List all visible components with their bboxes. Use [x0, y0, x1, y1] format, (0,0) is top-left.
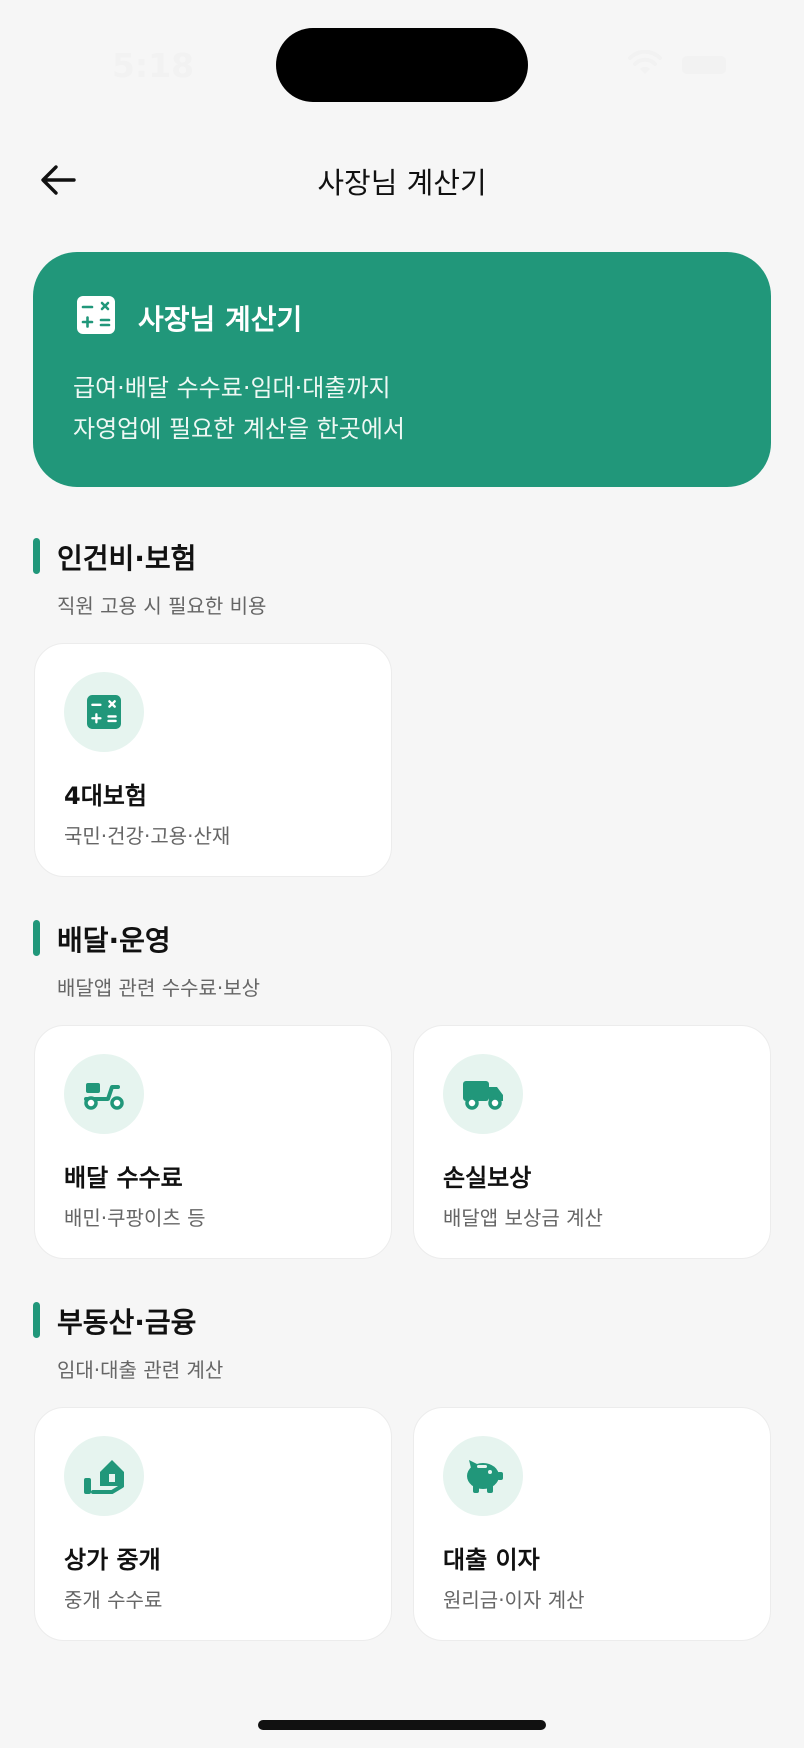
card-title: 손실보상 [443, 1164, 532, 1192]
dynamic-island [276, 28, 528, 102]
card-icon-container [443, 1436, 523, 1516]
screen: 5:18 사장님 계산기 사장님 계산기 급여·배달 수수료·임대·대출까지 자… [0, 0, 804, 1748]
hero-title: 사장님 계산기 [138, 303, 303, 336]
battery-icon [682, 56, 726, 74]
card-title: 배달 수수료 [64, 1164, 183, 1192]
hero-description-line-2: 자영업에 필요한 계산을 한곳에서 [73, 415, 406, 443]
card-title: 4대보험 [64, 782, 147, 810]
card-icon-container [64, 1436, 144, 1516]
card-subtitle: 중개 수수료 [64, 1588, 163, 1612]
section-title-delivery: 배달·운영 [57, 924, 171, 957]
card-subtitle: 배민·쿠팡이츠 등 [64, 1206, 206, 1230]
scooter-icon [84, 1083, 124, 1110]
section-subtitle-real-estate-finance: 임대·대출 관련 계산 [57, 1358, 224, 1382]
card-title: 대출 이자 [443, 1546, 540, 1574]
nav-bar: 사장님 계산기 [0, 140, 804, 220]
section-title-real-estate-finance: 부동산·금융 [57, 1306, 197, 1339]
status-bar: 5:18 [0, 0, 804, 130]
piggy-bank-icon [467, 1460, 503, 1493]
card-subtitle: 국민·건강·고용·산재 [64, 824, 231, 848]
card-title: 상가 중개 [64, 1546, 161, 1574]
section-title-labor-insurance: 인건비·보험 [57, 542, 197, 575]
section-subtitle-labor-insurance: 직원 고용 시 필요한 비용 [57, 594, 267, 618]
card-icon-container [64, 1054, 144, 1134]
calculator-icon [87, 695, 121, 729]
section-accent-bar [33, 1302, 40, 1338]
card-delivery-fee[interactable]: 배달 수수료 배민·쿠팡이츠 등 [34, 1025, 392, 1259]
card-social-insurance[interactable]: 4대보험 국민·건강·고용·산재 [34, 643, 392, 877]
section-subtitle-delivery: 배달앱 관련 수수료·보상 [57, 976, 261, 1000]
card-loss-compensation[interactable]: 손실보상 배달앱 보상금 계산 [413, 1025, 771, 1259]
card-icon-container [443, 1054, 523, 1134]
hero-banner: 사장님 계산기 급여·배달 수수료·임대·대출까지 자영업에 필요한 계산을 한… [33, 252, 771, 487]
card-loan-interest[interactable]: 대출 이자 원리금·이자 계산 [413, 1407, 771, 1641]
card-icon-container [64, 672, 144, 752]
status-time: 5:18 [112, 46, 195, 85]
truck-icon [463, 1081, 503, 1110]
card-subtitle: 원리금·이자 계산 [443, 1588, 585, 1612]
wifi-icon [628, 50, 662, 74]
page-title: 사장님 계산기 [317, 166, 487, 200]
house-hand-icon [84, 1460, 124, 1494]
card-commercial-brokerage[interactable]: 상가 중개 중개 수수료 [34, 1407, 392, 1641]
card-subtitle: 배달앱 보상금 계산 [443, 1206, 603, 1230]
hero-description-line-1: 급여·배달 수수료·임대·대출까지 [73, 374, 391, 402]
calculator-icon [77, 296, 115, 334]
section-accent-bar [33, 920, 40, 956]
section-accent-bar [33, 538, 40, 574]
home-indicator[interactable] [258, 1720, 546, 1730]
